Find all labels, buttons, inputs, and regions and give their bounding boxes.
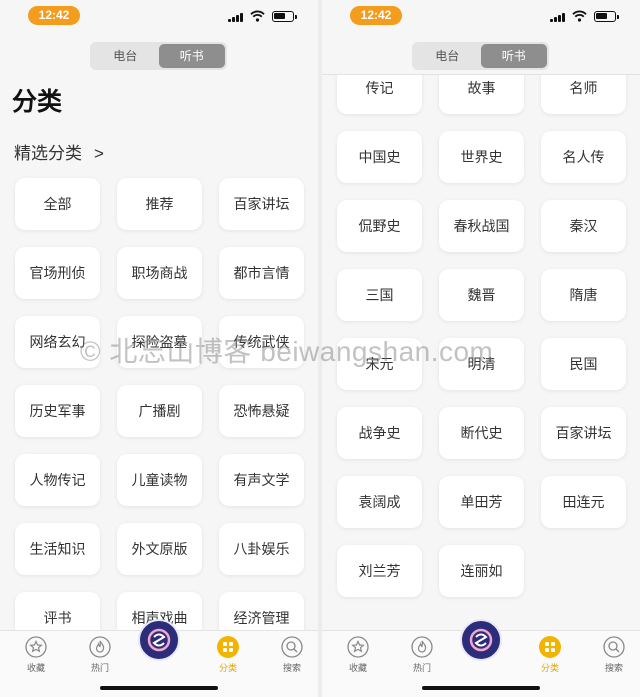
grid-icon (217, 636, 239, 658)
category-button[interactable]: 网络玄幻 (15, 316, 100, 368)
category-button[interactable]: 传记 (337, 75, 422, 114)
category-button[interactable]: 官场刑侦 (15, 247, 100, 299)
category-button[interactable]: 生活知识 (15, 523, 100, 575)
category-button[interactable]: 广播剧 (117, 385, 202, 437)
tab-favorites[interactable]: 收藏 (14, 635, 58, 674)
category-button[interactable]: 魏晋 (439, 269, 524, 321)
tab-label: 收藏 (348, 663, 367, 673)
category-button[interactable]: 探险盗墓 (117, 316, 202, 368)
tab-label: 分类 (218, 663, 237, 673)
category-button[interactable]: 连丽如 (439, 545, 524, 597)
category-button[interactable]: 全部 (15, 178, 100, 230)
wifi-icon (572, 10, 587, 22)
section-title-label: 精选分类 (14, 144, 82, 163)
category-button[interactable]: 隋唐 (541, 269, 626, 321)
category-button[interactable]: 职场商战 (117, 247, 202, 299)
tab-label: 分类 (540, 663, 559, 673)
segment-radio[interactable]: 电台 (414, 44, 481, 68)
category-button[interactable]: 单田芳 (439, 476, 524, 528)
segment-radio[interactable]: 电台 (92, 44, 159, 68)
segment-audiobook[interactable]: 听书 (480, 44, 547, 68)
category-button[interactable]: 田连元 (541, 476, 626, 528)
category-button[interactable]: 断代史 (439, 407, 524, 459)
mode-segmented-control: 电台 听书 (412, 42, 549, 70)
tab-categories[interactable]: 分类 (206, 635, 250, 674)
category-button[interactable]: 世界史 (439, 131, 524, 183)
category-button[interactable]: 有声文学 (219, 454, 304, 506)
tab-label: 热门 (412, 663, 431, 673)
mode-segmented-control: 电台 听书 (90, 42, 227, 70)
category-button[interactable]: 八卦娱乐 (219, 523, 304, 575)
star-icon (347, 636, 369, 658)
tab-categories[interactable]: 分类 (528, 635, 572, 674)
category-button[interactable]: 春秋战国 (439, 200, 524, 252)
app-logo-icon[interactable] (460, 619, 502, 661)
home-indicator (422, 686, 540, 690)
star-icon (25, 636, 47, 658)
segment-audiobook[interactable]: 听书 (158, 44, 225, 68)
chevron-right-icon: > (94, 144, 104, 163)
category-button[interactable]: 人物传记 (15, 454, 100, 506)
status-bar: 12:42 (0, 0, 318, 32)
category-button[interactable]: 刘兰芳 (337, 545, 422, 597)
tab-search[interactable]: 搜索 (270, 635, 314, 674)
status-time: 12:42 (28, 6, 80, 25)
signal-icon (228, 13, 244, 22)
category-button[interactable]: 都市言情 (219, 247, 304, 299)
tab-search[interactable]: 搜索 (592, 635, 636, 674)
flame-icon (89, 636, 111, 658)
flame-icon (411, 636, 433, 658)
signal-icon (550, 13, 566, 22)
category-button[interactable]: 推荐 (117, 178, 202, 230)
category-button[interactable]: 袁阔成 (337, 476, 422, 528)
category-button[interactable]: 传统武侠 (219, 316, 304, 368)
tab-label: 热门 (90, 663, 109, 673)
category-button[interactable]: 战争史 (337, 407, 422, 459)
category-button[interactable]: 故事 (439, 75, 524, 114)
category-button[interactable]: 名师 (541, 75, 626, 114)
status-time: 12:42 (350, 6, 402, 25)
category-button[interactable]: 名人传 (541, 131, 626, 183)
category-button[interactable]: 民国 (541, 338, 626, 390)
page-title: 分类 (12, 88, 63, 116)
right-phone-screen: 12:42 电台 听书 传记 故事 名师中国史 世界史 名人传侃野史 春秋战国 秦汉三国 魏晋… (322, 0, 640, 697)
battery-icon (272, 11, 297, 22)
tab-label: 搜索 (604, 663, 623, 673)
status-bar: 12:42 (322, 0, 640, 32)
category-button[interactable]: 百家讲坛 (541, 407, 626, 459)
category-button[interactable]: 历史军事 (15, 385, 100, 437)
wifi-icon (250, 10, 265, 22)
category-button[interactable]: 中国史 (337, 131, 422, 183)
category-button[interactable]: 侃野史 (337, 200, 422, 252)
category-button[interactable]: 秦汉 (541, 200, 626, 252)
category-button[interactable]: 三国 (337, 269, 422, 321)
battery-icon (594, 11, 619, 22)
tab-label: 收藏 (26, 663, 45, 673)
search-icon (603, 636, 625, 658)
home-indicator (100, 686, 218, 690)
tab-favorites[interactable]: 收藏 (336, 635, 380, 674)
category-button[interactable]: 恐怖悬疑 (219, 385, 304, 437)
search-icon (281, 636, 303, 658)
tab-hot[interactable]: 热门 (78, 635, 122, 674)
category-button[interactable]: 明清 (439, 338, 524, 390)
grid-icon (539, 636, 561, 658)
category-button[interactable]: 外文原版 (117, 523, 202, 575)
left-phone-screen: 12:42 电台 听书 分类 精选分类 > 全部 推荐 百家讲坛官场刑侦 职场商战 都市言… (0, 0, 318, 697)
featured-categories-link[interactable]: 精选分类 > (14, 139, 104, 164)
category-button[interactable]: 宋元 (337, 338, 422, 390)
category-button[interactable]: 儿童读物 (117, 454, 202, 506)
app-logo-icon[interactable] (138, 619, 180, 661)
tab-label: 搜索 (282, 663, 301, 673)
category-scroll-area[interactable]: 传记 故事 名师中国史 世界史 名人传侃野史 春秋战国 秦汉三国 魏晋 隋唐宋元 明清 民国战争史断… (322, 75, 640, 630)
category-button[interactable]: 百家讲坛 (219, 178, 304, 230)
tab-hot[interactable]: 热门 (400, 635, 444, 674)
